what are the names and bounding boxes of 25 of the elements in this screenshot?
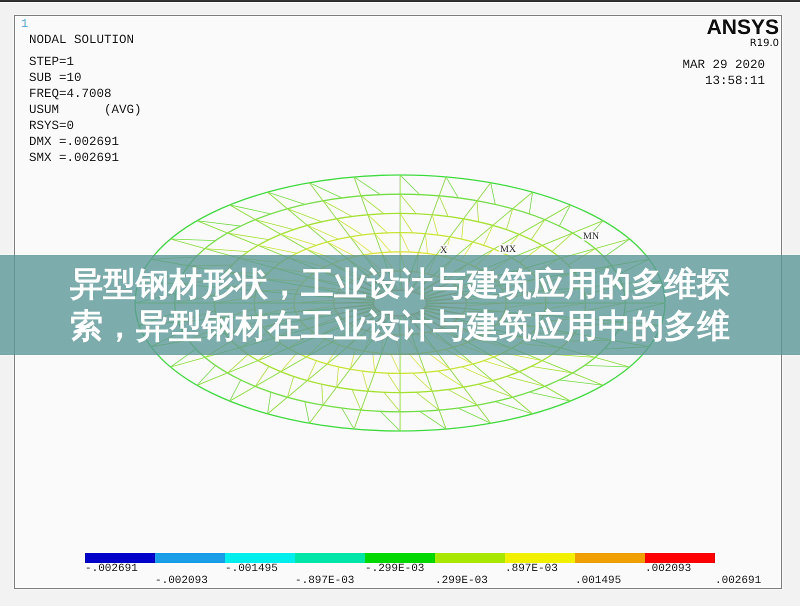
plot-number: 1 [21,18,28,30]
solution-info-line: SMX =.002691 [29,150,120,166]
solution-info-line: USUM (AVG) [29,102,142,118]
legend-value: -.002093 [155,575,209,587]
legend-value: .001495 [575,575,622,587]
plot-title: NODAL SOLUTION [29,32,134,48]
legend-value: .002691 [715,575,762,587]
legend-value: -.299E-03 [365,563,426,575]
caption-line: 索，异型钢材在工业设计与建筑应用中的多维 [70,305,730,347]
legend-value: -.897E-03 [295,575,356,587]
time-text: 13:58:11 [704,73,765,89]
logo-text: ANSYS [706,18,779,38]
legend-value: .897E-03 [505,563,559,575]
legend-value: -.001495 [225,563,279,575]
version-text: R19.0 [750,38,779,49]
caption-line: 异型钢材形状，工业设计与建筑应用的多维探 [70,263,730,305]
date-text: MAR 29 2020 [682,57,765,73]
solution-info-line: SUB =10 [29,70,82,86]
solution-info-line: RSYS=0 [29,118,74,134]
legend-value: -.002691 [85,563,139,575]
legend-value: .002093 [645,563,692,575]
solution-info-line: FREQ=4.7008 [29,86,112,102]
solution-info-line: DMX =.002691 [29,134,120,150]
solution-info-line: STEP=1 [29,54,74,70]
legend-value: .299E-03 [435,575,489,587]
